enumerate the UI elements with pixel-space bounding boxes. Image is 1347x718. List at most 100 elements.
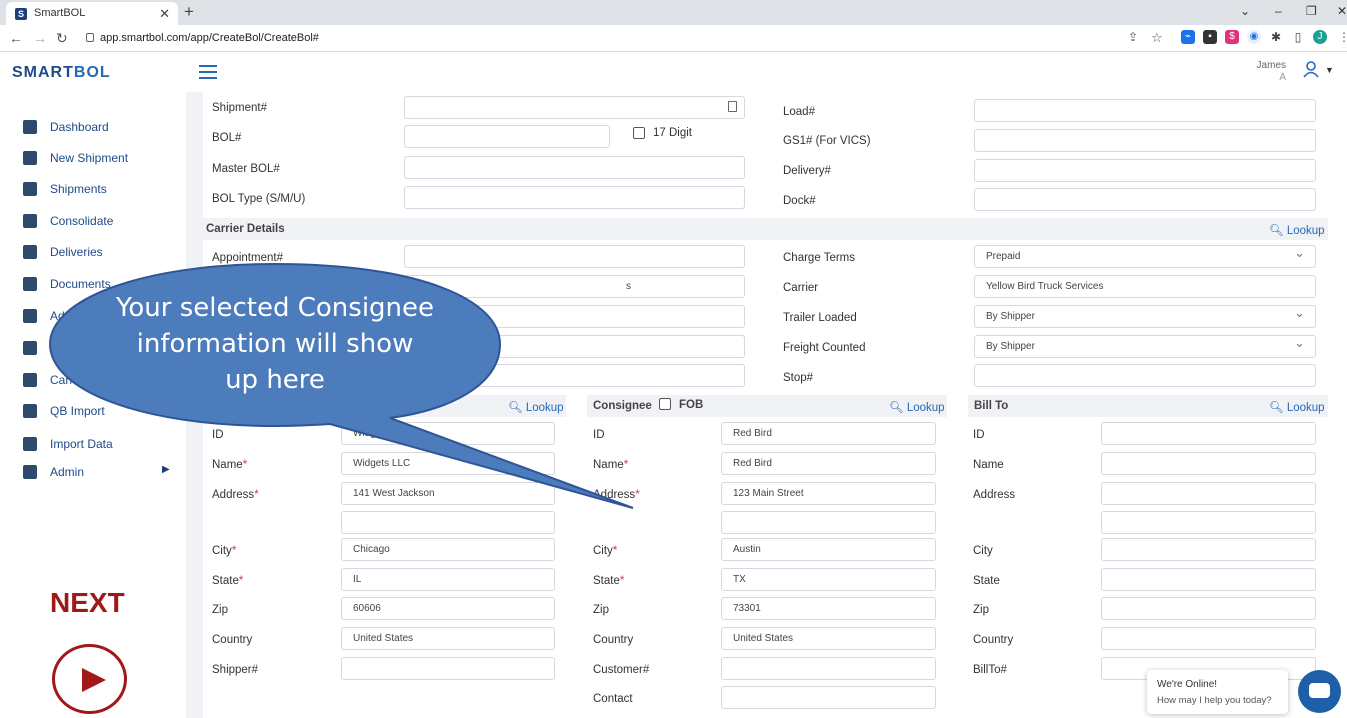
sidebar-item-admin[interactable]: Admin ▶ bbox=[0, 458, 186, 488]
sidebar-item-new-shipment[interactable]: New Shipment bbox=[0, 144, 186, 174]
billto-lookup-link[interactable]: 🔍︎ Lookup bbox=[1269, 400, 1325, 414]
smartbol-logo[interactable]: SMARTBOL bbox=[12, 64, 111, 82]
charge-terms-select[interactable]: Prepaid bbox=[974, 245, 1316, 268]
consignee-address-input[interactable]: 123 Main Street bbox=[721, 482, 936, 505]
chat-subtitle: How may I help you today? bbox=[1157, 695, 1272, 706]
billto-state-input[interactable] bbox=[1101, 568, 1316, 591]
trailer-loaded-select[interactable]: By Shipper bbox=[974, 305, 1316, 328]
sidebar-item-qb-import[interactable]: QB Import bbox=[0, 397, 186, 427]
sidebar-item-dashboard[interactable]: Dashboard bbox=[0, 113, 186, 143]
new-tab-icon[interactable]: + bbox=[184, 2, 194, 22]
shipper-state-input[interactable]: IL bbox=[341, 568, 555, 591]
carrier-lookup-link[interactable]: 🔍︎ Lookup bbox=[1269, 223, 1325, 237]
browser-tab-strip: S SmartBOL ✕ + ⌄ – ❐ ✕ bbox=[0, 0, 1347, 25]
delivery-input[interactable] bbox=[974, 159, 1316, 182]
extension-icon[interactable]: ◉ bbox=[1247, 30, 1261, 44]
browser-tab[interactable]: S SmartBOL ✕ bbox=[6, 2, 178, 25]
forward-icon[interactable]: → bbox=[33, 30, 47, 46]
bol-input[interactable] bbox=[404, 125, 610, 148]
consignee-zip-input[interactable]: 73301 bbox=[721, 597, 936, 620]
reload-icon[interactable]: ↻ bbox=[56, 30, 68, 47]
billto-name-input[interactable] bbox=[1101, 452, 1316, 475]
sidebar-item-shipments[interactable]: Shipments bbox=[0, 175, 186, 205]
admin-icon bbox=[23, 465, 37, 479]
user-icon[interactable] bbox=[1302, 60, 1320, 78]
extensions-puzzle-icon[interactable]: ✱ bbox=[1269, 30, 1283, 44]
dock-input[interactable] bbox=[974, 188, 1316, 211]
shipper-zip-label: Zip bbox=[212, 604, 228, 616]
extension-icon[interactable]: $ bbox=[1225, 30, 1239, 44]
bookmark-star-icon[interactable]: ☆ bbox=[1151, 30, 1163, 46]
billto-address-input[interactable] bbox=[1101, 482, 1316, 505]
shipper-id-label: ID bbox=[212, 429, 224, 441]
user-dropdown-icon[interactable]: ▼ bbox=[1325, 65, 1334, 75]
consignee-state-input[interactable]: TX bbox=[721, 568, 936, 591]
shipper-address-input[interactable]: 141 West Jackson bbox=[341, 482, 555, 505]
shipper-name-input[interactable]: Widgets LLC bbox=[341, 452, 555, 475]
billto-address2-input[interactable] bbox=[1101, 511, 1316, 534]
minimize-icon[interactable]: – bbox=[1275, 4, 1282, 18]
contact-label: Contact bbox=[593, 693, 633, 705]
shipment-label: Shipment# bbox=[212, 102, 267, 114]
shipper-id-input[interactable]: Widgets LLC bbox=[341, 422, 555, 445]
extension-icon[interactable]: ▪ bbox=[1203, 30, 1217, 44]
import-data-icon bbox=[23, 437, 37, 451]
fob-checkbox[interactable] bbox=[659, 398, 671, 410]
lookup-text: Lookup bbox=[1286, 225, 1325, 237]
url-field[interactable]: app.smartbol.com/app/CreateBol/CreateBol… bbox=[86, 29, 319, 47]
stop-input[interactable] bbox=[974, 364, 1316, 387]
consignee-city-input[interactable]: Austin bbox=[721, 538, 936, 561]
billto-country-label: Country bbox=[973, 634, 1014, 646]
user-name[interactable]: James A bbox=[1256, 60, 1286, 84]
calculator-icon[interactable] bbox=[728, 101, 737, 112]
gs1-input[interactable] bbox=[974, 129, 1316, 152]
shipper-country-label: Country bbox=[212, 634, 253, 646]
shipper-city-input[interactable]: Chicago bbox=[341, 538, 555, 561]
dashboard-icon bbox=[23, 120, 37, 134]
17-digit-checkbox[interactable] bbox=[633, 127, 645, 139]
contact-input[interactable] bbox=[721, 686, 936, 709]
sidebar-item-import-data[interactable]: Import Data bbox=[0, 430, 186, 460]
billto-zip-input[interactable] bbox=[1101, 597, 1316, 620]
hamburger-menu-icon[interactable] bbox=[199, 65, 217, 80]
consignee-id-input[interactable]: Red Bird bbox=[721, 422, 936, 445]
close-tab-icon[interactable]: ✕ bbox=[159, 2, 170, 25]
play-next-button[interactable] bbox=[52, 644, 127, 714]
consignee-name-input[interactable]: Red Bird bbox=[721, 452, 936, 475]
profile-avatar[interactable]: J bbox=[1313, 30, 1327, 44]
shipper-number-input[interactable] bbox=[341, 657, 555, 680]
consignee-country-input[interactable]: United States bbox=[721, 627, 936, 650]
billto-country-input[interactable] bbox=[1101, 627, 1316, 650]
sidebar-item-label: Import Data bbox=[50, 437, 113, 451]
shipper-zip-input[interactable]: 60606 bbox=[341, 597, 555, 620]
carrier-input[interactable]: Yellow Bird Truck Services bbox=[974, 275, 1316, 298]
browser-menu-icon[interactable]: ⋮ bbox=[1338, 30, 1347, 44]
back-icon[interactable]: ← bbox=[9, 30, 23, 46]
sidebar-item-consolidate[interactable]: Consolidate bbox=[0, 207, 186, 237]
share-icon[interactable]: ⇪ bbox=[1128, 30, 1138, 44]
master-bol-input[interactable] bbox=[404, 156, 745, 179]
shipper-country-input[interactable]: United States bbox=[341, 627, 555, 650]
consignee-address2-input[interactable] bbox=[721, 511, 936, 534]
close-window-icon[interactable]: ✕ bbox=[1337, 4, 1347, 18]
chat-launcher-button[interactable] bbox=[1298, 670, 1341, 713]
sidebar-item-deliveries[interactable]: Deliveries bbox=[0, 238, 186, 268]
restore-icon[interactable]: ❐ bbox=[1306, 4, 1317, 18]
bol-type-input[interactable] bbox=[404, 186, 745, 209]
shipper-lookup-link[interactable]: 🔍︎ Lookup bbox=[508, 400, 564, 414]
consignee-lookup-link[interactable]: 🔍︎ Lookup bbox=[889, 400, 945, 414]
billto-id-input[interactable] bbox=[1101, 422, 1316, 445]
tab-search-icon[interactable]: ⌄ bbox=[1240, 4, 1250, 18]
shipment-input[interactable] bbox=[404, 96, 745, 119]
customer-number-input[interactable] bbox=[721, 657, 936, 680]
chat-popup[interactable]: We're Online! How may I help you today? bbox=[1147, 670, 1288, 714]
consignee-city-label: City* bbox=[593, 545, 618, 557]
load-input[interactable] bbox=[974, 99, 1316, 122]
shipper-address2-input[interactable] bbox=[341, 511, 555, 534]
appointment-input[interactable] bbox=[404, 245, 745, 268]
truck-icon bbox=[23, 373, 37, 387]
extension-icon[interactable]: ⌁ bbox=[1181, 30, 1195, 44]
sidepanel-icon[interactable]: ▯ bbox=[1291, 30, 1305, 44]
freight-counted-select[interactable]: By Shipper bbox=[974, 335, 1316, 358]
billto-city-input[interactable] bbox=[1101, 538, 1316, 561]
